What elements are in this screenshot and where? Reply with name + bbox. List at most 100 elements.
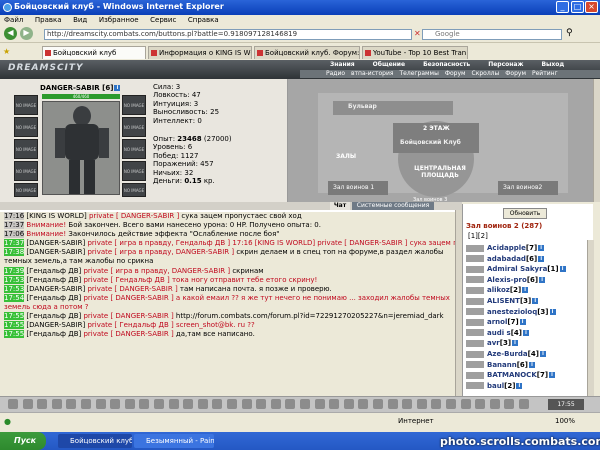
chat-text[interactable]: [Гендальф ДВ]: [26, 312, 81, 320]
toolbar-button-icon[interactable]: [475, 399, 486, 409]
toolbar-button-icon[interactable]: [227, 399, 237, 409]
tab-info[interactable]: Информация о KING IS WO...: [148, 46, 252, 59]
chat-timestamp[interactable]: 17:16: [4, 212, 25, 220]
chat-timestamp[interactable]: 17:38: [4, 248, 25, 257]
favorites-star-icon[interactable]: ★: [3, 47, 10, 56]
maximize-button[interactable]: □: [571, 1, 584, 13]
zoom-level[interactable]: 100%: [555, 417, 575, 425]
menu-view[interactable]: Вид: [73, 16, 87, 24]
roster-user-name[interactable]: ALISENT: [487, 297, 520, 305]
roster-user-name[interactable]: adabadad: [487, 255, 526, 263]
roster-user[interactable]: alikoz[2] i: [466, 286, 529, 294]
toolbar-button-icon[interactable]: [285, 399, 296, 409]
roster-user-name[interactable]: anestezioloq: [487, 308, 537, 316]
chat-scrollbar[interactable]: [455, 210, 462, 396]
map-boulevard[interactable]: Бульвар: [348, 103, 377, 110]
chat-text[interactable]: [KING IS WORLD]: [26, 212, 86, 220]
map-scrollbar[interactable]: [593, 79, 600, 202]
toolbar-button-icon[interactable]: [387, 399, 398, 409]
equip-slot-gloves[interactable]: NO IMAGE: [122, 139, 146, 159]
nav-security[interactable]: Безопасность: [423, 61, 470, 68]
nav-scrolls[interactable]: Скроллы: [472, 70, 500, 77]
equip-slot-armor[interactable]: NO IMAGE: [14, 161, 38, 181]
nav-communication[interactable]: Общение: [373, 61, 405, 68]
character-name[interactable]: DANGER-SABIR [6] i: [40, 84, 121, 92]
back-icon[interactable]: ◀: [4, 27, 17, 40]
roster-user-name[interactable]: alikoz: [487, 286, 510, 294]
toolbar-button-icon[interactable]: [446, 399, 456, 409]
info-icon[interactable]: i: [539, 276, 546, 283]
chat-timestamp[interactable]: 17:39: [4, 266, 25, 275]
info-icon[interactable]: i: [519, 319, 526, 326]
chat-timestamp[interactable]: 17:54: [4, 293, 25, 302]
stop-icon[interactable]: ✕: [414, 29, 421, 38]
chat-timestamp[interactable]: 17:55: [4, 321, 25, 330]
toolbar-button-icon[interactable]: [154, 399, 164, 409]
menu-help[interactable]: Справка: [188, 16, 219, 24]
info-icon[interactable]: i: [539, 351, 546, 357]
info-icon[interactable]: i: [538, 255, 545, 262]
tab-youtube[interactable]: YouTube - Top 10 Best Tran...: [362, 46, 468, 59]
toolbar-button-icon[interactable]: [183, 399, 194, 409]
toolbar-button-icon[interactable]: [66, 399, 77, 409]
roster-user[interactable]: Aze-Burda[4] i: [466, 350, 546, 358]
toolbar-button-icon[interactable]: [300, 399, 310, 409]
chat-text[interactable]: [Гендальф ДВ]: [26, 294, 81, 302]
toolbar-button-icon[interactable]: [256, 399, 267, 409]
info-icon[interactable]: i: [532, 298, 539, 304]
roster-user-name[interactable]: arnol: [487, 318, 507, 326]
roster-user-name[interactable]: Admiral Sakyra: [487, 265, 547, 273]
roster-user[interactable]: Acidapple[7] i: [466, 244, 545, 252]
toolbar-button-icon[interactable]: [504, 399, 515, 409]
nav-forum-2[interactable]: Форум: [505, 70, 526, 77]
roster-user[interactable]: arnol[7] i: [466, 318, 526, 326]
tab-forum[interactable]: Бойцовский клуб. Форум: ...: [254, 46, 360, 59]
menu-file[interactable]: Файл: [4, 16, 23, 24]
nav-knowledge[interactable]: Знания: [330, 61, 355, 68]
toolbar-button-icon[interactable]: [343, 399, 354, 409]
roster-user[interactable]: Alexis-pro[6] i: [466, 276, 546, 284]
map-halls[interactable]: ЗАЛЫ: [336, 153, 356, 160]
toolbar-button-icon[interactable]: [51, 399, 62, 409]
nav-radio[interactable]: Радио: [326, 70, 345, 77]
info-icon[interactable]: i: [516, 382, 523, 389]
info-icon[interactable]: i: [559, 266, 566, 273]
chat-timestamp[interactable]: 17:06: [4, 230, 25, 239]
toolbar-button-icon[interactable]: [431, 399, 442, 409]
nav-forum[interactable]: Форум: [445, 70, 466, 77]
roster-user[interactable]: avr[3] i: [466, 339, 519, 347]
chat-timestamp[interactable]: 17:55: [4, 312, 25, 321]
roster-scrollbar[interactable]: [587, 240, 594, 396]
equip-slot-rings[interactable]: NO IMAGE: [122, 117, 146, 137]
nav-history[interactable]: втпа-история: [351, 70, 393, 77]
toolbar-button-icon[interactable]: [373, 399, 383, 409]
chat-timestamp[interactable]: 17:53: [4, 275, 25, 284]
roster-user[interactable]: Banann[6] i: [466, 361, 536, 369]
toolbar-button-icon[interactable]: [489, 399, 500, 409]
toolbar-button-icon[interactable]: [402, 399, 413, 409]
address-input[interactable]: http://dreamscity.combats.com/buttons.pl…: [44, 29, 412, 40]
equip-slot-belt[interactable]: NO IMAGE: [14, 183, 38, 197]
map-fight-club[interactable]: Бойцовский Клуб: [400, 139, 461, 146]
nav-character[interactable]: Персонаж: [488, 61, 523, 68]
map-hall-2[interactable]: Зал воинов2: [503, 184, 542, 191]
equip-slot-weapon[interactable]: NO IMAGE: [14, 139, 38, 159]
roster-user-name[interactable]: BATMANOCK: [487, 371, 537, 379]
chat-timestamp[interactable]: 17:37: [4, 221, 25, 230]
toolbar-button-icon[interactable]: [124, 399, 135, 409]
search-icon[interactable]: ⚲: [566, 28, 573, 38]
toolbar-button-icon[interactable]: [270, 399, 281, 409]
toolbar-button-icon[interactable]: [8, 399, 18, 409]
nav-exit[interactable]: Выход: [541, 61, 564, 68]
info-icon[interactable]: i: [114, 85, 121, 91]
equip-slot-earrings[interactable]: NO IMAGE: [122, 95, 146, 115]
chat-text[interactable]: [DANGER-SABIR]: [26, 321, 85, 329]
search-input[interactable]: Google: [422, 29, 562, 40]
info-icon[interactable]: i: [549, 308, 556, 315]
tab-fightclub[interactable]: Бойцовский клуб: [42, 46, 146, 59]
map-floor-2[interactable]: 2 ЭТАЖ: [423, 125, 450, 132]
chat-text[interactable]: [Гендальф ДВ]: [26, 330, 81, 338]
chat-text[interactable]: [DANGER-SABIR]: [26, 285, 85, 293]
info-icon[interactable]: i: [523, 329, 530, 336]
toolbar-button-icon[interactable]: [139, 399, 150, 409]
